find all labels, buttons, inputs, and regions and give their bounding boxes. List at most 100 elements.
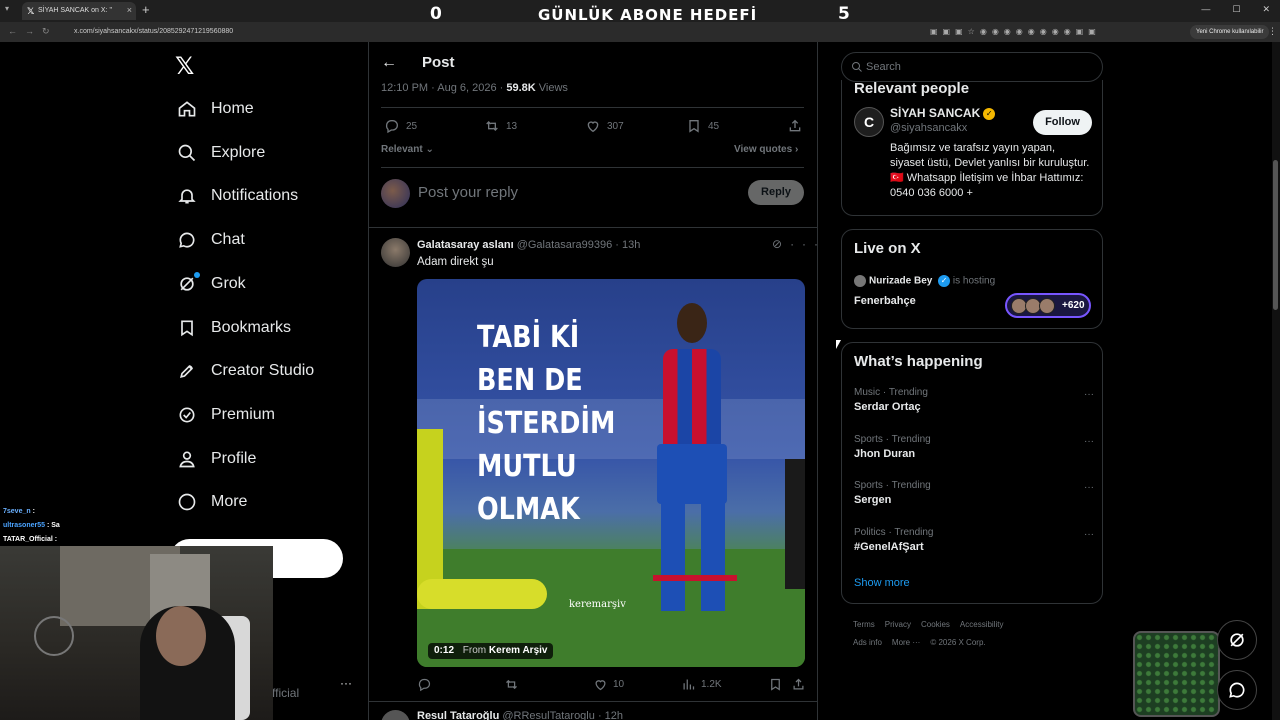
footer-link[interactable]: More ··· — [892, 638, 920, 647]
trend-item[interactable]: Sports · Trending Sergen — [854, 480, 931, 506]
chrome-update-pill[interactable]: Yeni Chrome kullanılabilir — [1190, 25, 1270, 39]
trend-item[interactable]: Sports · Trending Jhon Duran — [854, 434, 931, 460]
bookmark-count: 45 — [708, 120, 720, 132]
grok-floating-button[interactable] — [1217, 620, 1257, 660]
avatar[interactable] — [381, 179, 410, 208]
tab-list-icon[interactable]: ▾ — [5, 4, 9, 13]
account-more-icon[interactable]: ··· — [340, 676, 352, 690]
author-handle[interactable]: @RResulTataroglu — [502, 710, 595, 720]
video-badge[interactable]: 0:12 From Kerem Arşiv — [428, 643, 554, 659]
heart-icon — [587, 121, 599, 133]
grok-explain-icon[interactable]: ⊘ — [772, 237, 790, 251]
tweet-repost-action[interactable] — [504, 677, 524, 692]
sidebar-item-explore[interactable]: Explore — [176, 139, 265, 167]
sidebar-item-label: Bookmarks — [211, 318, 292, 336]
bookmark-icon — [689, 120, 699, 133]
bookmark-stat[interactable]: 45 — [686, 118, 719, 134]
footer-link[interactable]: Privacy — [885, 620, 911, 629]
reply-input[interactable]: Post your reply — [418, 184, 518, 201]
repost-stat[interactable]: 13 — [484, 118, 517, 134]
tweet-like-action[interactable]: 10 — [593, 677, 624, 692]
more-icon[interactable]: ··· — [1084, 389, 1094, 400]
sidebar-item-chat[interactable]: Chat — [176, 226, 245, 254]
url-field[interactable]: x.com/siyahsancakx/status/20852924712195… — [64, 25, 924, 39]
tweet-views-action[interactable]: 1.2K — [681, 677, 722, 692]
reply-stat[interactable]: 25 — [384, 118, 417, 134]
sidebar-item-premium[interactable]: Premium — [176, 401, 275, 429]
divider — [381, 167, 804, 168]
live-room-title[interactable]: Fenerbahçe — [854, 295, 916, 307]
trend-item[interactable]: Music · Trending Serdar Ortaç — [854, 387, 928, 413]
live-host[interactable]: Nurizade Bey ✓ is hosting — [869, 275, 995, 287]
follow-button[interactable]: Follow — [1033, 110, 1092, 135]
avatar[interactable]: C — [854, 107, 884, 137]
tweet-time[interactable]: 12h — [605, 710, 623, 720]
sidebar-item-notifications[interactable]: Notifications — [176, 182, 298, 210]
avatar[interactable] — [381, 710, 410, 720]
show-more-link[interactable]: Show more — [854, 577, 910, 589]
main-column-border-right — [817, 42, 818, 720]
account-name-fragment[interactable]: fficial — [272, 686, 299, 700]
sidebar-item-bookmarks[interactable]: Bookmarks — [176, 314, 291, 342]
sort-dropdown[interactable]: Relevant ⌄ — [381, 144, 434, 155]
chat-bubble-icon — [1229, 682, 1245, 698]
minimize-icon[interactable]: — — [1201, 4, 1210, 14]
footer-link[interactable]: Accessibility — [960, 620, 1004, 629]
extension-icons[interactable]: ▣▣▣☆◉◉◉◉◉◉◉◉▣▣ — [930, 27, 1101, 36]
tweet-share-action[interactable] — [791, 677, 811, 692]
tweet-reply-action[interactable] — [417, 677, 437, 692]
sidebar-item-creator-studio[interactable]: Creator Studio — [176, 357, 314, 385]
author-handle[interactable]: @Galatasara99396 — [517, 239, 613, 251]
tweet-video[interactable]: TABİ Kİ BEN DE İSTERDİM MUTLU OLMAK keremarş… — [417, 279, 805, 667]
footer-link[interactable]: Cookies — [921, 620, 950, 629]
share-stat[interactable] — [787, 118, 809, 134]
trend-category: Sports · Trending — [854, 433, 931, 445]
sidebar-item-profile[interactable]: Profile — [176, 445, 256, 473]
trend-item[interactable]: Politics · Trending #GenelAfŞart — [854, 527, 933, 553]
more-icon[interactable]: ··· — [1084, 482, 1094, 493]
scrollbar-thumb[interactable] — [1273, 160, 1278, 310]
heart-icon — [595, 680, 606, 691]
tab-close-icon[interactable]: × — [127, 5, 132, 15]
x-logo-icon[interactable]: 𝕏 — [175, 52, 194, 81]
trend-category: Music · Trending — [854, 387, 928, 398]
footer-link[interactable]: Terms — [853, 620, 875, 629]
tweet-bookmark-action[interactable] — [768, 677, 788, 692]
player-shirt — [663, 349, 721, 449]
more-icon[interactable]: ··· — [790, 237, 826, 251]
sidebar-item-more[interactable]: More — [176, 488, 247, 516]
x-favicon-icon: 𝕏 — [27, 6, 35, 16]
divider — [368, 227, 817, 228]
search-input[interactable]: Search — [841, 52, 1103, 82]
reply-button[interactable]: Reply — [748, 180, 804, 205]
relevant-people-card: Relevant people C SİYAH SANCAK ✓ @siyahsa… — [841, 80, 1103, 216]
browser-nav-icons[interactable]: ←→↻ — [8, 26, 58, 37]
sidebar-item-home[interactable]: Home — [176, 95, 254, 123]
person-handle[interactable]: @siyahsancakx — [890, 122, 967, 134]
more-icon[interactable]: ··· — [1084, 436, 1094, 447]
view-quotes-link[interactable]: View quotes › — [734, 144, 798, 155]
close-window-icon[interactable]: ✕ — [1262, 4, 1270, 14]
avatar[interactable] — [381, 238, 410, 267]
scrollbar[interactable] — [1272, 42, 1280, 720]
footer-link[interactable]: Ads info — [853, 638, 882, 647]
like-stat[interactable]: 307 — [585, 118, 624, 134]
player-leg — [701, 501, 725, 611]
new-tab-icon[interactable]: + — [142, 2, 150, 17]
messages-floating-button[interactable] — [1217, 670, 1257, 710]
like-count: 10 — [613, 679, 625, 690]
person-name[interactable]: SİYAH SANCAK ✓ — [890, 106, 996, 120]
reply-count: 25 — [406, 120, 418, 132]
chevron-right-icon: › — [794, 144, 799, 155]
author-name[interactable]: Galatasaray aslanı — [417, 239, 514, 251]
maximize-icon[interactable]: ☐ — [1232, 4, 1240, 14]
sidebar-item-grok[interactable]: Grok — [176, 270, 246, 298]
tweet-time[interactable]: 13h — [622, 239, 640, 251]
author-name[interactable]: Resul Tataroğlu — [417, 710, 499, 720]
footer-link[interactable]: © 2026 X Corp. — [930, 638, 985, 647]
live-listeners-pill[interactable]: +620 — [1005, 293, 1091, 318]
chrome-menu-icon[interactable]: ⋮ — [1268, 26, 1277, 37]
more-icon[interactable]: ··· — [1084, 529, 1094, 540]
browser-tab[interactable]: 𝕏 SİYAH SANCAK on X: " × — [22, 2, 136, 20]
back-arrow-icon[interactable]: ← — [381, 54, 397, 72]
